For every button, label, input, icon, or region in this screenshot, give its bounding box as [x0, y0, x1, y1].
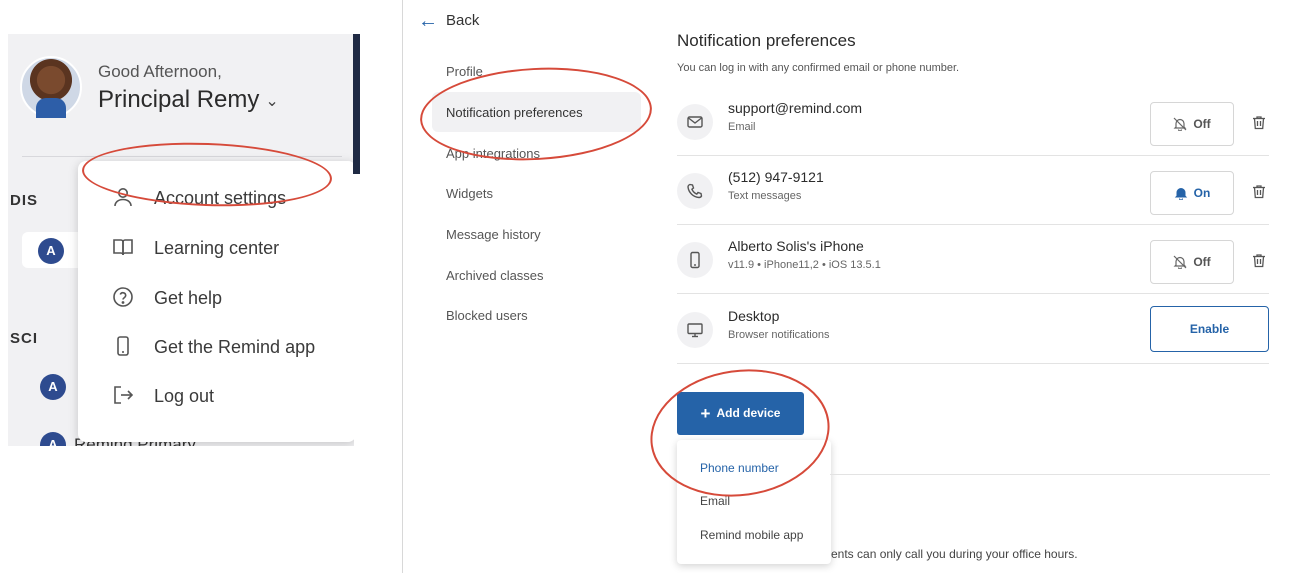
device-subtitle: Text messages	[728, 190, 802, 202]
school-logo-icon: A	[40, 432, 66, 446]
nav-item-notification-preferences[interactable]: Notification preferences	[446, 105, 583, 120]
menu-item-label: Get help	[154, 288, 223, 308]
section-label-district: DIS	[10, 192, 39, 209]
bell-icon	[1174, 188, 1187, 201]
back-link[interactable]: ← Back	[418, 10, 479, 34]
notification-toggle-button[interactable]: Off	[1150, 102, 1234, 146]
mobile-icon	[690, 251, 700, 269]
section-divider	[830, 474, 1270, 475]
user-menu-toggle[interactable]: Principal Remy ⌄	[98, 86, 279, 114]
bell-off-icon	[1173, 255, 1187, 270]
office-hours-note: ents can only call you during your offic…	[831, 547, 1078, 561]
dark-edge-bar	[353, 34, 360, 174]
person-icon	[114, 188, 132, 207]
device-title: support@remind.com	[728, 100, 863, 116]
toggle-label: Off	[1193, 117, 1211, 131]
bell-off-icon	[1173, 117, 1187, 132]
page-title: Notification preferences	[677, 31, 856, 50]
add-option-phone-number[interactable]: Phone number	[700, 461, 779, 475]
device-row-desktop: Desktop Browser notifications Enable	[677, 296, 1269, 364]
account-dropdown-menu: Account settings Learning center Get hel…	[78, 161, 354, 442]
mail-icon	[687, 116, 703, 128]
menu-item-account-settings[interactable]: Account settings	[78, 178, 354, 218]
device-subtitle: Browser notifications	[728, 329, 830, 341]
phone-icon	[117, 336, 129, 356]
user-sidebar: Good Afternoon, Principal Remy ⌄ DIS A SC…	[8, 34, 354, 446]
add-device-menu: Phone number Email Remind mobile app	[677, 440, 831, 564]
device-title: (512) 947-9121	[728, 169, 824, 185]
user-name: Principal Remy	[98, 86, 260, 113]
logout-icon	[114, 386, 134, 404]
device-subtitle: v11.9 • iPhone11,2 • iOS 13.5.1	[728, 259, 881, 271]
menu-item-get-remind-app[interactable]: Get the Remind app	[78, 327, 354, 367]
nav-item-blocked-users[interactable]: Blocked users	[446, 308, 528, 323]
avatar[interactable]	[20, 56, 82, 118]
device-icon-badge	[677, 104, 713, 140]
section-label-schools: SCI	[10, 330, 39, 347]
school-logo-icon: A	[40, 374, 66, 400]
add-option-email[interactable]: Email	[700, 494, 730, 508]
trash-icon[interactable]	[1252, 184, 1266, 199]
page-subtitle: You can log in with any confirmed email …	[677, 62, 960, 74]
toggle-label: Off	[1193, 255, 1211, 269]
menu-item-label: Learning center	[154, 238, 280, 258]
nav-item-message-history[interactable]: Message history	[446, 227, 541, 242]
device-icon-badge	[677, 173, 713, 209]
phone-call-icon	[687, 183, 703, 199]
enable-button[interactable]: Enable	[1150, 306, 1269, 352]
add-option-remind-mobile-app[interactable]: Remind mobile app	[700, 528, 803, 542]
arrow-left-icon: ←	[418, 10, 438, 32]
device-subtitle: Email	[728, 121, 756, 133]
add-device-label: Add device	[716, 406, 781, 420]
monitor-icon	[687, 323, 703, 338]
vertical-separator	[402, 0, 403, 573]
help-circle-icon	[113, 287, 133, 307]
device-row-iphone: Alberto Solis's iPhone v11.9 • iPhone11,…	[677, 226, 1269, 294]
greeting-text: Good Afternoon,	[98, 62, 222, 81]
trash-icon[interactable]	[1252, 115, 1266, 130]
plus-icon: +	[700, 404, 711, 423]
avatar-shirt	[36, 98, 66, 118]
menu-item-log-out[interactable]: Log out	[78, 376, 354, 416]
nav-item-app-integrations[interactable]: App integrations	[446, 146, 540, 161]
add-device-button[interactable]: + Add device	[677, 392, 804, 435]
nav-item-archived-classes[interactable]: Archived classes	[446, 268, 544, 283]
school-logo-icon: A	[38, 238, 64, 264]
device-row-phone: (512) 947-9121 Text messages On	[677, 157, 1269, 225]
chevron-down-icon: ⌄	[265, 92, 279, 110]
sidebar-divider	[22, 156, 342, 157]
menu-item-label: Account settings	[154, 188, 287, 208]
nav-item-widgets[interactable]: Widgets	[446, 186, 493, 201]
back-label: Back	[446, 12, 480, 29]
book-icon	[113, 239, 133, 256]
nav-item-profile[interactable]: Profile	[446, 64, 483, 79]
device-title: Desktop	[728, 308, 780, 324]
device-row-email: support@remind.com Email Off	[677, 88, 1269, 156]
device-title: Alberto Solis's iPhone	[728, 238, 864, 254]
menu-item-label: Get the Remind app	[154, 337, 316, 357]
menu-item-get-help[interactable]: Get help	[78, 278, 354, 318]
device-icon-badge	[677, 242, 713, 278]
menu-item-learning-center[interactable]: Learning center	[78, 228, 354, 268]
device-icon-badge	[677, 312, 713, 348]
toggle-label: On	[1193, 186, 1211, 200]
notification-toggle-button[interactable]: Off	[1150, 240, 1234, 284]
notification-toggle-button[interactable]: On	[1150, 171, 1234, 215]
trash-icon[interactable]	[1252, 253, 1266, 268]
menu-item-label: Log out	[154, 386, 215, 406]
